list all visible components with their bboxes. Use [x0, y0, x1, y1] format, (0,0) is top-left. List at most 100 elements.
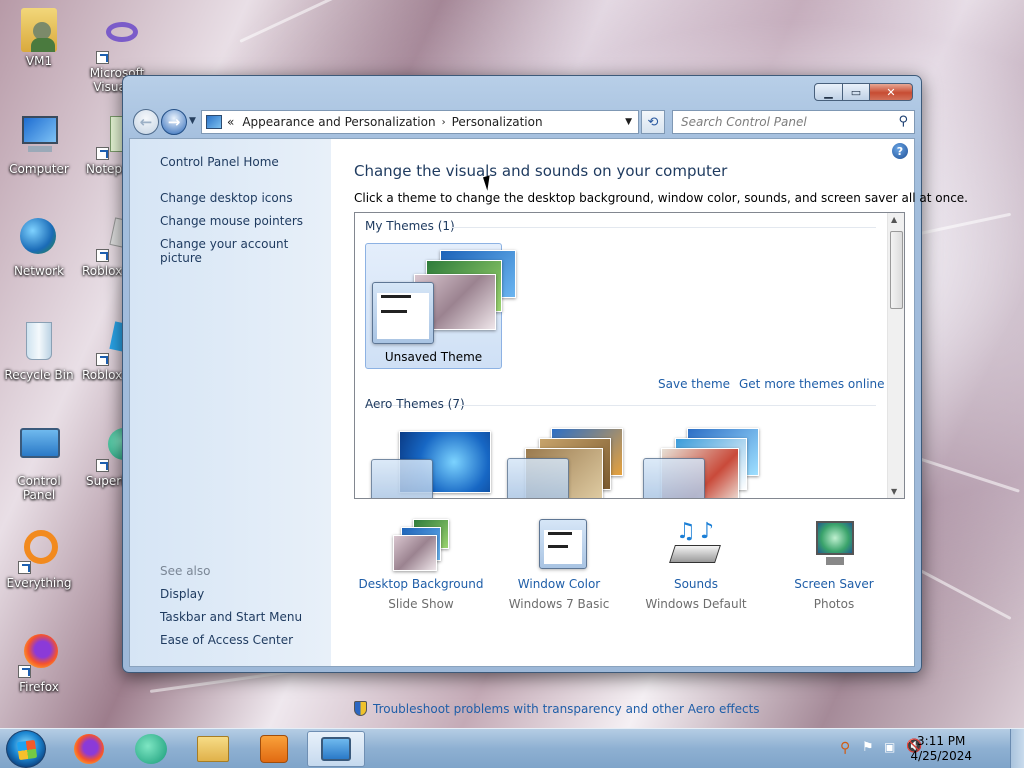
desktop-icon-network[interactable]: Network [0, 216, 78, 278]
refresh-button[interactable]: ⟲ [641, 110, 665, 134]
maximize-button[interactable]: ▭ [843, 83, 870, 101]
maximize-icon: ▭ [850, 85, 862, 99]
control-panel-home-link[interactable]: Control Panel Home [160, 155, 279, 169]
group-divider [451, 227, 876, 228]
unsaved-theme-label: Unsaved Theme [384, 350, 483, 364]
action-center-flag-icon[interactable]: ⚑ [862, 740, 874, 755]
search-icon[interactable]: ⚲ [840, 740, 850, 756]
navigation-bar: ← → ▼ « Appearance and Personalization ›… [131, 107, 915, 135]
minimize-icon: ▁ [824, 85, 833, 99]
desktop-background-value: Slide Show [388, 597, 454, 611]
taskbar: ⚲ ⚑ ▣ 🔇 3:11 PM 4/25/2024 [0, 728, 1024, 768]
taskbar-explorer[interactable] [184, 731, 242, 767]
computer-icon [16, 114, 62, 160]
sounds-item[interactable]: ♫ ♪ Sounds Windows Default [621, 519, 771, 611]
scroll-down-icon[interactable]: ▼ [891, 487, 897, 496]
desktop-background-icon [391, 519, 451, 571]
search-input[interactable]: Search Control Panel ⚲ [672, 110, 915, 134]
back-button[interactable]: ← [133, 109, 159, 135]
desktop-icon-everything[interactable]: Everything [0, 528, 78, 590]
scroll-up-icon[interactable]: ▲ [891, 215, 897, 224]
app-icon [135, 734, 167, 764]
breadcrumb-appearance[interactable]: Appearance and Personalization [242, 115, 435, 129]
user-folder-icon [21, 8, 57, 52]
ease-of-access-link[interactable]: Ease of Access Center [160, 633, 293, 647]
address-bar[interactable]: « Appearance and Personalization › Perso… [201, 110, 639, 134]
control-panel-icon [321, 737, 351, 761]
aero-themes-header: Aero Themes (7) [365, 397, 465, 411]
left-pane: Control Panel Home Change desktop icons … [130, 139, 331, 666]
breadcrumb-separator[interactable]: › [442, 117, 446, 128]
wallpaper-streak [239, 0, 712, 43]
window-color-swatch [372, 282, 434, 344]
start-button[interactable] [6, 730, 46, 768]
desktop-icon-firefox[interactable]: Firefox [0, 632, 78, 694]
address-overflow[interactable]: « [227, 115, 234, 129]
breadcrumb-personalization[interactable]: Personalization [452, 115, 543, 129]
address-dropdown-icon[interactable]: ▼ [625, 117, 632, 127]
chevron-down-icon: ▼ [189, 116, 196, 126]
unsaved-theme-tile[interactable]: Unsaved Theme [365, 243, 516, 369]
theme-list[interactable]: My Themes (1) Unsaved Theme Save theme G… [354, 212, 905, 499]
screen-saver-value: Photos [813, 597, 855, 611]
get-more-themes-link[interactable]: Get more themes online [739, 377, 885, 391]
taskbar-media-player[interactable] [245, 731, 303, 767]
close-icon: ✕ [886, 85, 896, 99]
window-color-item[interactable]: Window Color Windows 7 Basic [484, 519, 634, 611]
close-button[interactable]: ✕ [870, 83, 913, 101]
save-theme-link[interactable]: Save theme [658, 377, 730, 391]
minimize-button[interactable]: ▁ [814, 83, 843, 101]
sounds-label[interactable]: Sounds [621, 577, 771, 591]
desktop-background-label[interactable]: Desktop Background [346, 577, 496, 591]
clock[interactable]: 3:11 PM 4/25/2024 [910, 734, 972, 764]
window-color-icon [529, 519, 589, 571]
screen-saver-icon [804, 519, 864, 571]
network-tray-icon[interactable]: ▣ [884, 740, 895, 754]
theme-list-scrollbar[interactable]: ▲ ▼ [887, 213, 904, 498]
screen-saver-label[interactable]: Screen Saver [759, 577, 909, 591]
content-area: Control Panel Home Change desktop icons … [129, 138, 968, 716]
show-desktop-button[interactable] [1010, 729, 1024, 768]
window-color-value: Windows 7 Basic [508, 597, 610, 611]
aero-theme-windows7[interactable] [369, 431, 494, 498]
system-tray: ⚲ ⚑ ▣ 🔇 3:11 PM 4/25/2024 [834, 729, 1024, 768]
search-icon[interactable]: ⚲ [898, 114, 908, 129]
taskbar-firefox[interactable] [60, 731, 118, 767]
window-color-label[interactable]: Window Color [484, 577, 634, 591]
recent-pages-dropdown[interactable]: ▼ [189, 116, 196, 126]
change-account-picture-link[interactable]: Change your account picture [160, 237, 331, 265]
troubleshoot-link[interactable]: Troubleshoot problems with transparency … [354, 701, 760, 716]
desktop-icon-vm1[interactable]: VM1 [0, 8, 78, 68]
aero-theme-architecture[interactable] [505, 428, 630, 498]
help-button[interactable]: ? [892, 143, 908, 159]
main-pane: ? Change the visuals and sounds on your … [331, 139, 968, 716]
taskbar-start-menu-link[interactable]: Taskbar and Start Menu [160, 610, 302, 624]
recycle-bin-icon [16, 320, 62, 366]
folder-icon [197, 736, 229, 762]
desktop-background-item[interactable]: Desktop Background Slide Show [346, 519, 496, 611]
sounds-value: Windows Default [645, 597, 747, 611]
desktop-icon-recycle-bin[interactable]: Recycle Bin [0, 320, 78, 382]
scroll-thumb[interactable] [890, 231, 903, 309]
everything-icon [16, 528, 62, 574]
personalization-window: ▁ ▭ ✕ ← → ▼ « Appearance and Personaliza… [122, 75, 968, 716]
desktop-icon-control-panel[interactable]: Control Panel [0, 426, 78, 502]
aero-theme-characters[interactable] [641, 428, 766, 498]
screen-saver-item[interactable]: Screen Saver Photos [759, 519, 909, 611]
display-link[interactable]: Display [160, 587, 204, 601]
change-mouse-pointers-link[interactable]: Change mouse pointers [160, 214, 303, 228]
help-icon: ? [896, 144, 904, 158]
desktop-icon-computer[interactable]: Computer [0, 114, 78, 176]
control-panel-icon [206, 115, 222, 129]
page-title: Change the visuals and sounds on your co… [354, 162, 728, 180]
visual-studio-icon [94, 18, 140, 64]
change-desktop-icons-link[interactable]: Change desktop icons [160, 191, 293, 205]
forward-button[interactable]: → [161, 109, 187, 135]
taskbar-app[interactable] [122, 731, 180, 767]
control-panel-icon [16, 426, 62, 472]
group-divider [459, 405, 876, 406]
taskbar-control-panel[interactable] [307, 731, 365, 767]
forward-arrow-icon: → [167, 113, 181, 131]
troubleshoot-label[interactable]: Troubleshoot problems with transparency … [373, 702, 760, 716]
shield-icon [354, 701, 367, 716]
